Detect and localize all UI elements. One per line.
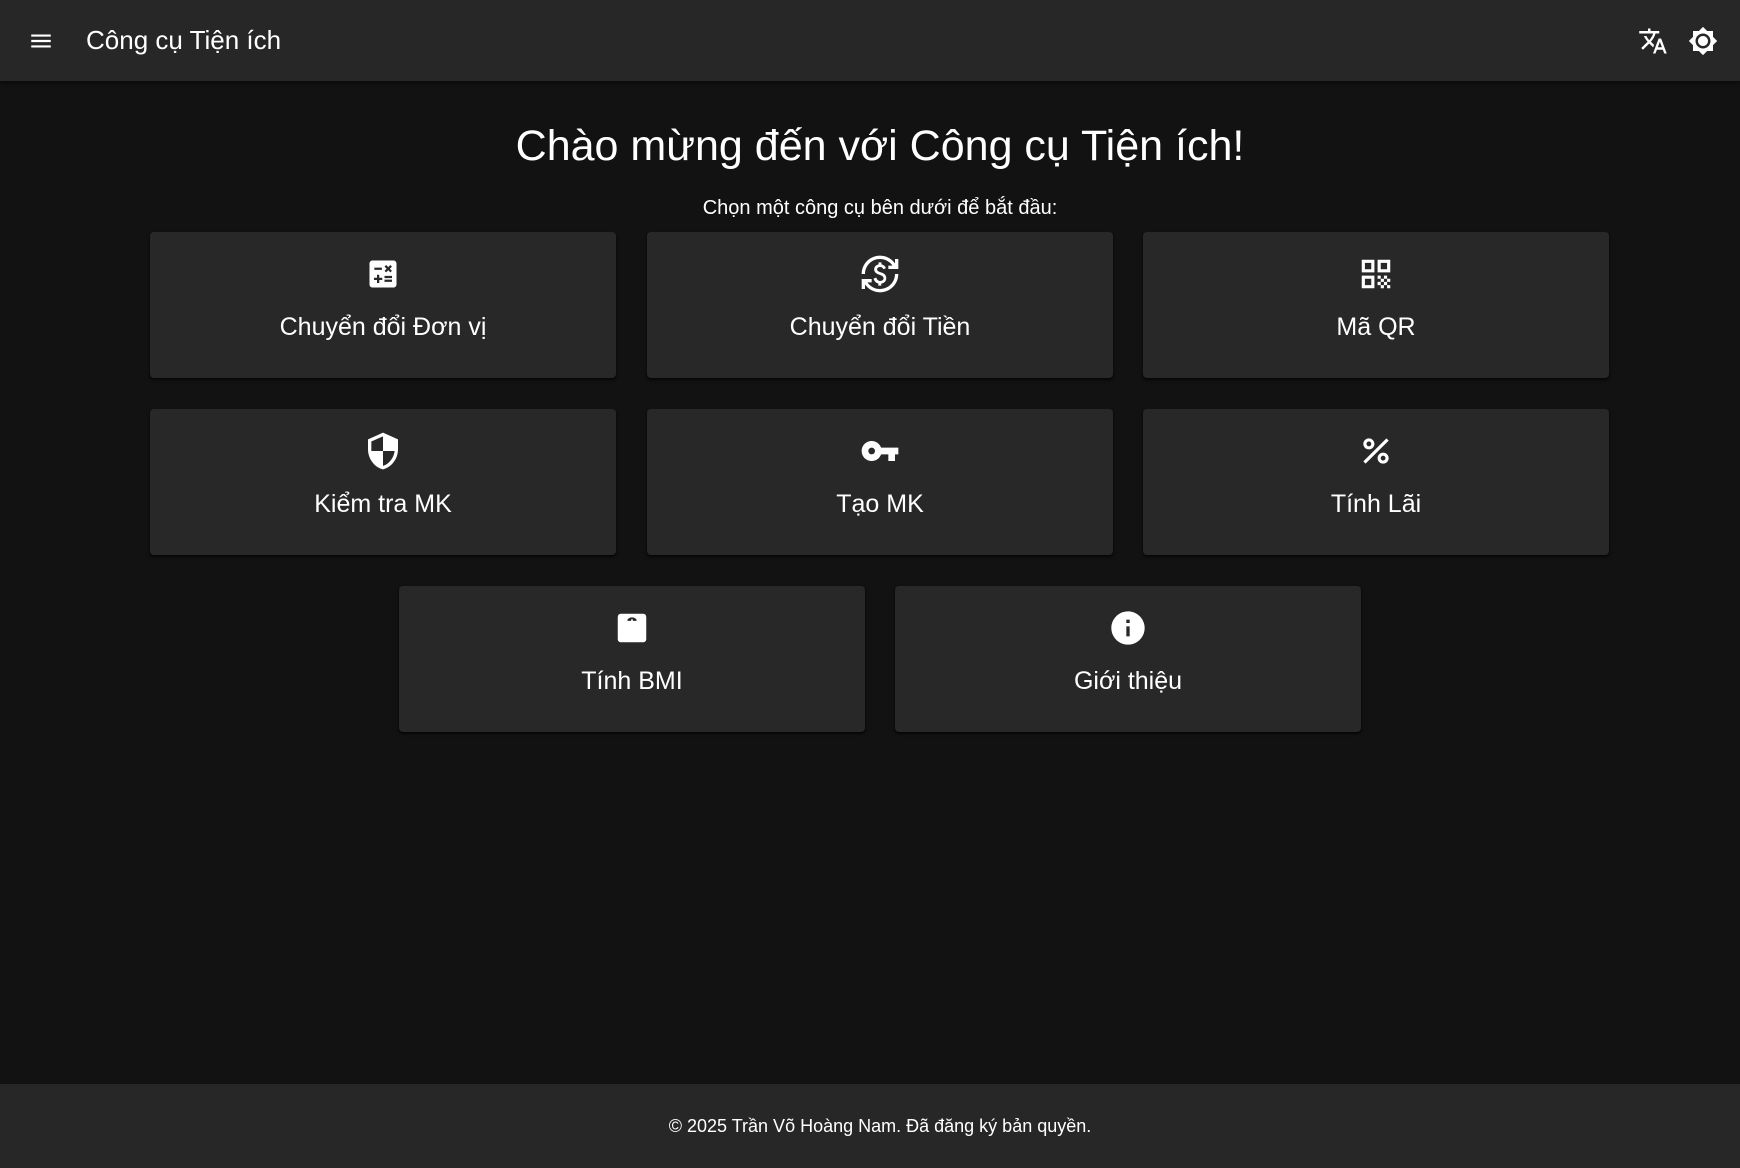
qr-code-icon: [1356, 254, 1396, 294]
tool-card-label: Mã QR: [1336, 313, 1416, 341]
app-title: Công cụ Tiện ích: [86, 25, 282, 55]
tool-card-label: Tạo MK: [836, 490, 924, 518]
calculate-icon: [363, 254, 403, 294]
percent-icon: [1356, 431, 1396, 471]
tool-card-qr-code[interactable]: Mã QR: [1143, 232, 1609, 378]
shield-icon: [363, 431, 403, 471]
theme-toggle-button[interactable]: [1682, 20, 1724, 62]
info-icon: [1108, 608, 1148, 648]
scale-icon: [612, 608, 652, 648]
page-subtitle: Chọn một công cụ bên dưới để bắt đầu:: [702, 197, 1058, 219]
tool-card-bmi-calculator[interactable]: Tính BMI: [399, 586, 865, 732]
language-button[interactable]: [1632, 20, 1674, 62]
footer: © 2025 Trần Võ Hoàng Nam. Đã đăng ký bản…: [0, 1084, 1740, 1168]
tool-card-interest-calculator[interactable]: Tính Lãi: [1143, 409, 1609, 555]
app-bar: Công cụ Tiện ích: [0, 0, 1740, 81]
menu-icon: [31, 34, 51, 48]
tool-card-label: Kiểm tra MK: [314, 490, 452, 518]
tool-card-about[interactable]: Giới thiệu: [895, 586, 1361, 732]
tool-card-password-checker[interactable]: Kiểm tra MK: [150, 409, 616, 555]
tool-card-label: Tính BMI: [581, 667, 683, 695]
tool-card-password-generator[interactable]: Tạo MK: [647, 409, 1113, 555]
key-icon: [860, 431, 900, 471]
page-title: Chào mừng đến với Công cụ Tiện ích!: [515, 122, 1245, 170]
tool-card-label: Chuyển đổi Tiền: [789, 313, 971, 341]
translate-icon: [1639, 28, 1667, 54]
tool-card-label: Tính Lãi: [1330, 490, 1422, 518]
tool-card-unit-converter[interactable]: Chuyển đổi Đơn vị: [150, 232, 616, 378]
copyright-text: © 2025 Trần Võ Hoàng Nam. Đã đăng ký bản…: [668, 1116, 1092, 1136]
menu-button[interactable]: [20, 20, 62, 62]
tool-card-currency-converter[interactable]: Chuyển đổi Tiền: [647, 232, 1113, 378]
brightness-icon: [1688, 26, 1718, 56]
currency-exchange-icon: [860, 254, 900, 294]
tool-card-label: Chuyển đổi Đơn vị: [279, 313, 487, 341]
tool-card-label: Giới thiệu: [1073, 667, 1183, 695]
